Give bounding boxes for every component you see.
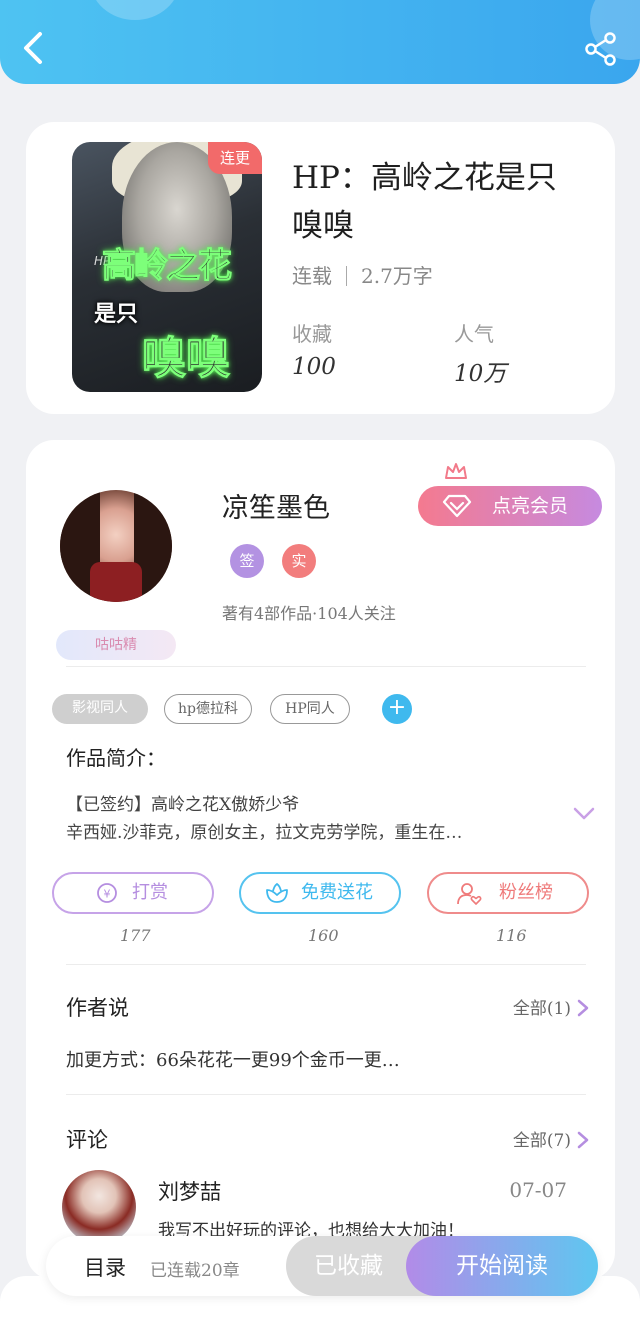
book-title-line: 嗅嗅	[292, 208, 354, 244]
popularity-value: 10万	[454, 361, 507, 387]
comments-all-link[interactable]: 全部(7)	[513, 1126, 589, 1151]
chevron-right-icon	[577, 1131, 589, 1149]
crown-icon	[445, 463, 467, 479]
reward-count: 177	[120, 926, 151, 945]
fans-ranking-button[interactable]: 粉丝榜	[427, 872, 589, 914]
back-icon[interactable]	[20, 30, 50, 66]
verified-badge: 实	[282, 544, 316, 578]
author-name[interactable]: 凉笙墨色	[222, 486, 330, 525]
divider	[66, 964, 586, 965]
comment-date: 07-07	[509, 1178, 567, 1202]
share-icon[interactable]	[584, 32, 618, 66]
chevron-right-icon	[577, 999, 589, 1017]
author-says-title: 作者说	[66, 996, 129, 1020]
top-header	[0, 0, 640, 84]
author-avatar[interactable]	[60, 490, 172, 602]
cover-title-text: 是只	[94, 302, 139, 327]
book-meta: 连载 2.7万字	[292, 260, 433, 289]
book-cover[interactable]: HP 高岭之花 是只 嗅嗅 连更	[72, 142, 262, 392]
word-count: 2.7万字	[361, 264, 433, 288]
signed-badge: 签	[230, 544, 264, 578]
commenter-name[interactable]: 刘梦喆	[158, 1176, 221, 1206]
intro-label: 作品简介：	[66, 746, 166, 770]
reward-button[interactable]: ¥ 打赏	[52, 872, 214, 914]
meta-divider	[346, 266, 347, 286]
author-title-badge: 咕咕精	[56, 630, 176, 660]
favorites-value: 100	[292, 354, 336, 380]
bottom-action-bar: 目录 已连载20章 已收藏 开始阅读	[46, 1236, 598, 1296]
catalog-button[interactable]: 目录	[84, 1252, 126, 1282]
book-status: 连载	[292, 264, 332, 288]
cover-title-text: 嗅嗅	[142, 333, 231, 385]
send-flower-label: 免费送花	[301, 882, 373, 903]
genre-tag[interactable]: HP同人	[270, 694, 350, 724]
author-says-text[interactable]: 加更方式：66朵花花一更99个金币一更…	[66, 1046, 400, 1072]
cover-title-text: 高岭之花	[102, 246, 233, 287]
svg-text:¥: ¥	[104, 888, 111, 901]
book-title: HP：高岭之花是只 嗅嗅	[292, 154, 582, 250]
chevron-down-icon[interactable]	[572, 806, 596, 822]
author-detail-card: 咕咕精 凉笙墨色 签 实 著有4部作品·104人关注 点亮会员 影视同人 hp德…	[26, 440, 615, 1280]
author-stats: 著有4部作品·104人关注	[222, 604, 396, 623]
author-says-all-label: 全部(1)	[512, 999, 571, 1019]
chapter-count: 已连载20章	[150, 1261, 240, 1281]
comments-title: 评论	[66, 1128, 108, 1152]
vip-button-label: 点亮会员	[492, 495, 569, 517]
avatar-art	[90, 562, 142, 602]
start-reading-button[interactable]: 开始阅读	[406, 1236, 598, 1296]
book-info-card: HP 高岭之花 是只 嗅嗅 连更 HP：高岭之花是只 嗅嗅 连载 2.7万字 收藏…	[26, 122, 615, 414]
flower-count: 160	[308, 926, 339, 945]
fans-count: 116	[496, 926, 527, 945]
fan-user-icon	[457, 883, 482, 905]
add-tag-button[interactable]: +	[382, 694, 412, 724]
favorites-label: 收藏	[292, 322, 332, 346]
book-title-line: HP：高岭之花是只	[292, 160, 557, 196]
comments-all-label: 全部(7)	[512, 1131, 571, 1151]
genre-tag[interactable]: hp德拉科	[164, 694, 252, 724]
serial-status-badge: 连更	[208, 142, 262, 174]
flower-icon	[266, 882, 288, 903]
fans-ranking-label: 粉丝榜	[499, 882, 553, 903]
send-flower-button[interactable]: 免费送花	[239, 872, 401, 914]
reward-label: 打赏	[132, 882, 168, 903]
yen-icon: ¥	[97, 883, 117, 903]
commenter-avatar[interactable]	[62, 1170, 136, 1244]
author-says-all-link[interactable]: 全部(1)	[513, 994, 589, 1019]
intro-text: 辛西娅.沙菲克，原创女主，拉文克劳学院，重生在…	[66, 823, 463, 843]
decor-bubble	[90, 0, 180, 20]
genre-tag[interactable]: 影视同人	[52, 694, 148, 724]
intro-text: 【已签约】高岭之花X傲娇少爷	[66, 795, 300, 815]
diamond-icon	[442, 494, 472, 518]
divider	[66, 666, 586, 667]
divider	[66, 1094, 586, 1095]
popularity-label: 人气	[454, 322, 494, 346]
activate-vip-button[interactable]: 点亮会员	[418, 486, 602, 526]
